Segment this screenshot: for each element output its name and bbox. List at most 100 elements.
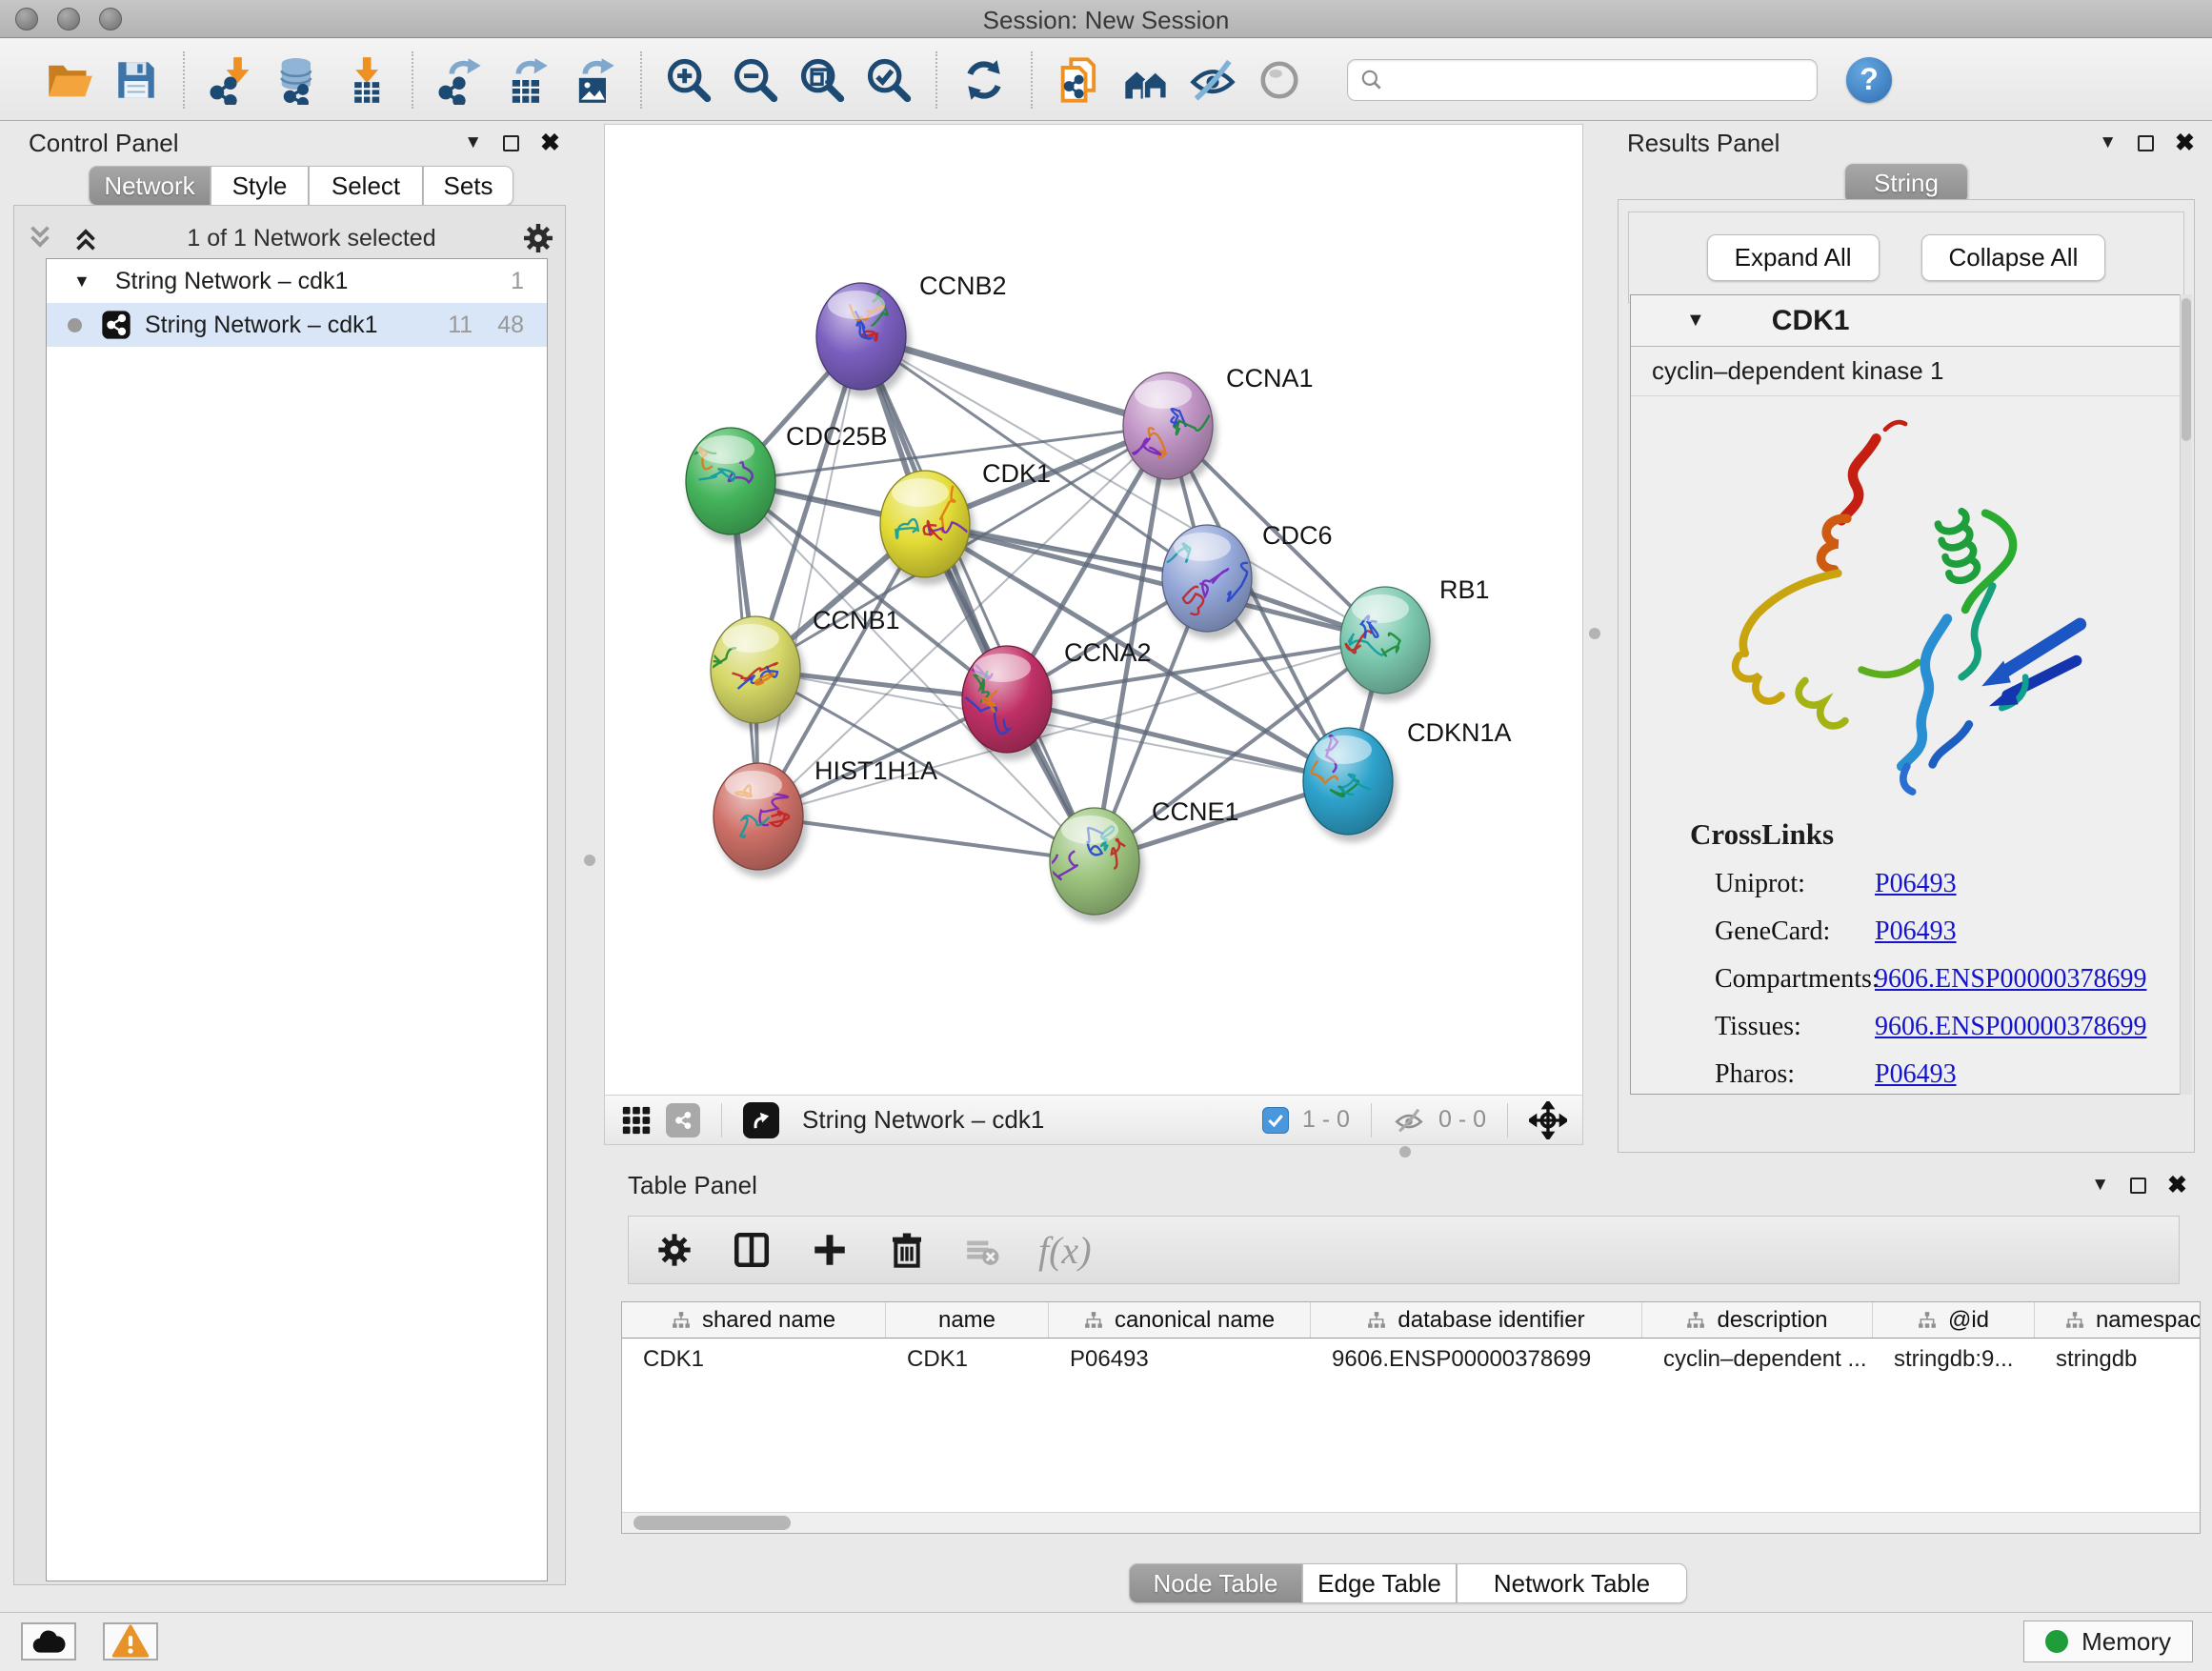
node-count: 11 xyxy=(448,312,473,339)
protein-card-header[interactable]: ▼ CDK1 xyxy=(1631,295,2180,347)
refresh-button[interactable] xyxy=(956,52,1012,108)
grid-view-icon[interactable] xyxy=(620,1104,653,1137)
node-label-CDK1: CDK1 xyxy=(982,459,1051,488)
network-row-selected[interactable]: String Network – cdk1 11 48 xyxy=(47,303,547,347)
close-panel-icon[interactable]: ✖ xyxy=(2175,131,2195,155)
card-collapse-icon[interactable]: ▼ xyxy=(1686,310,1705,332)
network-canvas[interactable]: CCNB2CCNA1CDC25BCDK1CDC6RB1CCNB1CCNA2CDK… xyxy=(605,125,1582,1095)
expand-all-button[interactable]: Expand All xyxy=(1707,234,1880,281)
import-table-button[interactable] xyxy=(337,52,392,108)
toolbar-separator xyxy=(412,51,413,109)
results-scrollbar-thumb[interactable] xyxy=(2182,298,2191,441)
export-table-icon xyxy=(502,55,552,105)
tab-select[interactable]: Select xyxy=(309,166,423,206)
add-column-icon[interactable] xyxy=(810,1230,850,1270)
save-session-button[interactable] xyxy=(109,52,164,108)
selected-nodes-checkbox[interactable] xyxy=(1262,1107,1289,1134)
collapse-all-icon[interactable] xyxy=(24,222,56,254)
float-panel-icon[interactable] xyxy=(503,135,519,151)
search-input[interactable] xyxy=(1392,67,1801,93)
cloud-status-button[interactable] xyxy=(21,1622,76,1661)
network-view-title: String Network – cdk1 xyxy=(802,1105,1044,1135)
network-share-icon xyxy=(101,310,131,340)
zoom-selected-icon xyxy=(864,55,914,105)
separator xyxy=(1371,1103,1372,1137)
float-panel-icon[interactable] xyxy=(2138,135,2154,151)
expand-all-icon[interactable] xyxy=(70,222,102,254)
zoom-out-button[interactable] xyxy=(728,52,783,108)
show-all-button[interactable] xyxy=(1252,52,1307,108)
tab-network-table[interactable]: Network Table xyxy=(1457,1563,1687,1603)
delete-column-icon[interactable] xyxy=(888,1231,926,1269)
pharos-link[interactable]: P06493 xyxy=(1875,1059,1957,1090)
import-network-file-button[interactable] xyxy=(204,52,259,108)
table-horizontal-scrollbar[interactable] xyxy=(622,1512,2200,1533)
tissues-link[interactable]: 9606.ENSP00000378699 xyxy=(1875,1012,2146,1042)
control-panel-title: Control Panel xyxy=(29,129,179,158)
column-header-description[interactable]: description xyxy=(1642,1302,1873,1338)
tab-edge-table[interactable]: Edge Table xyxy=(1302,1563,1457,1603)
export-image-button[interactable] xyxy=(566,52,621,108)
collapse-panel-icon[interactable]: ▼ xyxy=(2099,132,2117,153)
network-collection-row[interactable]: ▼ String Network – cdk1 1 xyxy=(47,259,547,303)
toolbar-separator xyxy=(183,51,185,109)
close-panel-icon[interactable]: ✖ xyxy=(2167,1174,2187,1198)
column-header-database-identifier[interactable]: database identifier xyxy=(1311,1302,1642,1338)
column-header-canonical-name[interactable]: canonical name xyxy=(1049,1302,1311,1338)
help-button[interactable]: ? xyxy=(1846,57,1892,103)
hidden-eye-slash-icon[interactable] xyxy=(1393,1104,1425,1137)
compartments-link[interactable]: 9606.ENSP00000378699 xyxy=(1875,964,2146,995)
clone-network-button[interactable] xyxy=(1052,52,1107,108)
tab-sets[interactable]: Sets xyxy=(423,166,513,206)
column-header-namespace[interactable]: namespace xyxy=(2035,1302,2200,1338)
zoom-selected-button[interactable] xyxy=(861,52,916,108)
column-header-name[interactable]: name xyxy=(886,1302,1049,1338)
uniprot-link[interactable]: P06493 xyxy=(1875,869,1957,899)
float-panel-icon[interactable] xyxy=(2130,1178,2146,1194)
gear-icon[interactable] xyxy=(521,221,555,255)
collapse-panel-icon[interactable]: ▼ xyxy=(464,132,482,153)
table-row[interactable]: CDK1 CDK1 P06493 9606.ENSP00000378699 cy… xyxy=(622,1339,2200,1380)
results-actions: Expand All Collapse All xyxy=(1628,211,2184,303)
tab-network[interactable]: Network xyxy=(89,166,211,206)
results-scrollbar[interactable] xyxy=(2180,294,2192,1095)
export-network-button[interactable] xyxy=(432,52,488,108)
export-network-icon xyxy=(435,55,485,105)
table-gear-icon[interactable] xyxy=(655,1231,694,1269)
help-label: ? xyxy=(1860,62,1879,97)
scrollbar-thumb[interactable] xyxy=(633,1516,791,1530)
hide-unhide-button[interactable] xyxy=(1185,52,1240,108)
zoom-fit-button[interactable] xyxy=(794,52,850,108)
genecard-link[interactable]: P06493 xyxy=(1875,916,1957,947)
column-header-id[interactable]: @id xyxy=(1873,1302,2035,1338)
memory-button[interactable]: Memory xyxy=(2023,1621,2193,1662)
collapse-all-button[interactable]: Collapse All xyxy=(1921,234,2106,281)
attribute-icon xyxy=(1367,1311,1386,1330)
close-panel-icon[interactable]: ✖ xyxy=(540,131,560,155)
show-columns-icon[interactable] xyxy=(732,1230,772,1270)
tree-expand-icon[interactable]: ▼ xyxy=(73,272,90,292)
attribute-icon xyxy=(1918,1311,1937,1330)
status-bar: Memory xyxy=(0,1612,2212,1671)
tab-style[interactable]: Style xyxy=(211,166,309,206)
table-panel: Table Panel ▼ ✖ f(x) xyxy=(604,1157,2212,1608)
tab-string[interactable]: String xyxy=(1845,164,1967,203)
attribute-icon xyxy=(1084,1311,1103,1330)
import-network-database-button[interactable] xyxy=(271,52,326,108)
crosslink-row: Uniprot: P06493 xyxy=(1715,869,2180,899)
left-splitter-handle[interactable] xyxy=(584,855,595,866)
string-home-button[interactable] xyxy=(1118,52,1174,108)
tab-node-table[interactable]: Node Table xyxy=(1129,1563,1302,1603)
open-session-button[interactable] xyxy=(42,52,97,108)
column-header-shared-name[interactable]: shared name xyxy=(622,1302,886,1338)
birdseye-toggle-button[interactable] xyxy=(666,1103,700,1137)
right-splitter-handle[interactable] xyxy=(1589,628,1600,639)
pan-move-icon[interactable] xyxy=(1529,1101,1567,1139)
export-view-button[interactable] xyxy=(743,1102,779,1138)
collapse-panel-icon[interactable]: ▼ xyxy=(2091,1175,2109,1196)
zoom-in-button[interactable] xyxy=(661,52,716,108)
network-view: CCNB2CCNA1CDC25BCDK1CDC6RB1CCNB1CCNA2CDK… xyxy=(604,124,1583,1145)
warnings-button[interactable] xyxy=(103,1622,158,1661)
export-table-button[interactable] xyxy=(499,52,554,108)
protein-card: ▼ CDK1 cyclin–dependent kinase 1 xyxy=(1630,294,2181,1095)
